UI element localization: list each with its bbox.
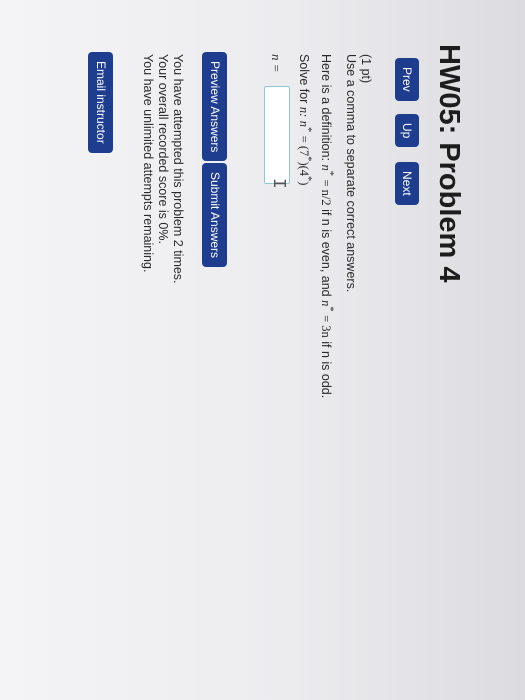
answer-label: n = [269,54,284,73]
preview-answers-button[interactable]: Preview Answers [202,52,227,162]
definition-middle: if n is even, and [318,209,333,297]
attempts-text: You have attempted this problem 2 times. [171,54,185,284]
remaining-text: You have unlimited attempts remaining. [141,54,155,273]
solve-expression-middle: )(4 [296,161,311,177]
email-instructor-button[interactable]: Email instructor [88,52,113,153]
definition-prefix: Here is a definition: [318,54,333,162]
page-title: HW05: Problem 4 [433,44,465,283]
submit-answers-button[interactable]: Submit Answers [202,163,227,268]
solve-variable: n: [296,106,311,118]
answer-input[interactable] [264,86,290,184]
solve-expression-start: = (7 [296,135,311,157]
star-mark: * [324,306,335,312]
problem-page: HW05: Problem 4 Prev Up Next (1 pt) Use … [65,30,465,690]
photo-stage: HW05: Problem 4 Prev Up Next (1 pt) Use … [0,0,525,700]
definition-end: if n is odd. [318,341,333,399]
next-button[interactable]: Next [395,162,419,205]
definition-text: Here is a definition: n* = n/2 if n is e… [318,54,335,398]
star-mark: * [302,126,313,133]
up-button[interactable]: Up [395,114,419,148]
star-mark: * [324,170,335,176]
prev-button[interactable]: Prev [395,58,419,101]
score-text: Your overall recorded score is 0%. [156,54,170,244]
definition-odd-formula: = 3n [318,315,333,338]
instruction-text: Use a comma to separate correct answers. [344,54,358,293]
text-cursor-icon: I [268,178,288,189]
points-label: (1 pt) [359,54,373,84]
solve-text: Solve for n: n* = (7*)(4*) [296,54,313,185]
definition-even-formula: = n/2 [318,179,333,206]
solve-expression-end: ) [296,181,311,186]
solve-prefix: Solve for [296,54,311,104]
